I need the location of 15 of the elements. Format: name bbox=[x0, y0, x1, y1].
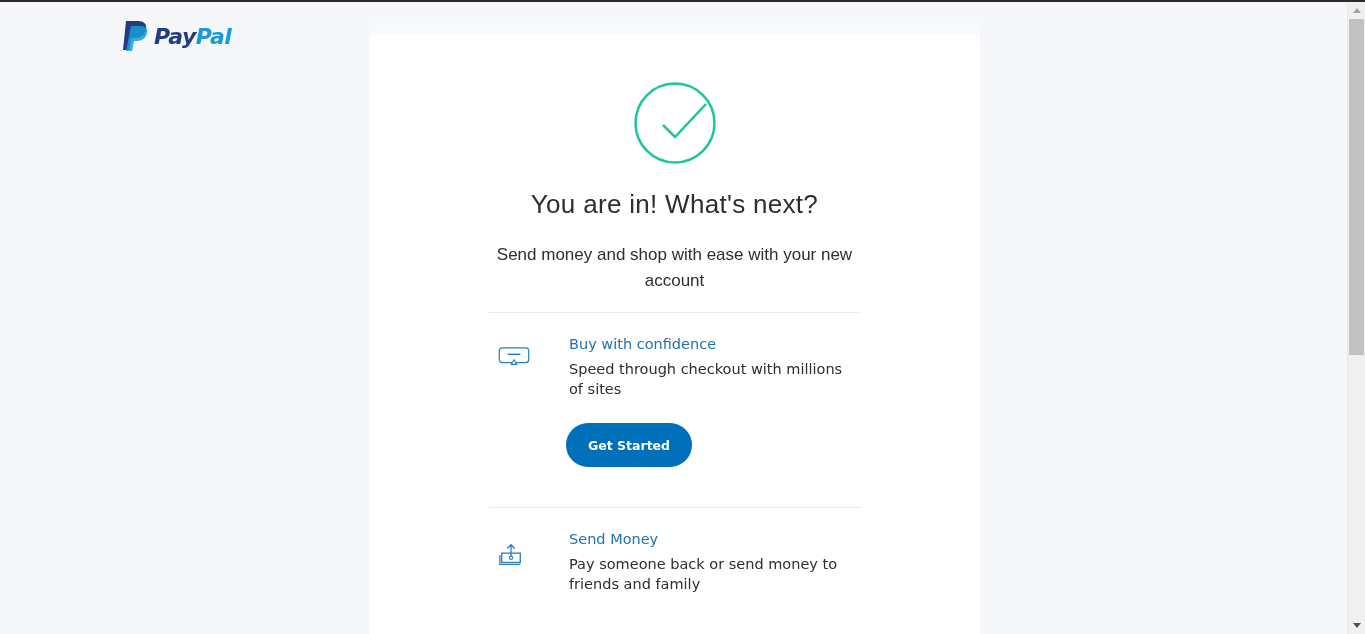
get-started-button[interactable]: Get Started bbox=[566, 423, 693, 467]
scrollbar-thumb[interactable] bbox=[1349, 19, 1364, 355]
check-circle-icon bbox=[632, 81, 717, 165]
scrollbar[interactable] bbox=[1347, 2, 1365, 634]
scroll-down-icon[interactable] bbox=[1352, 623, 1361, 628]
subtitle-text: Send money and shop with ease with your new account bbox=[495, 244, 854, 292]
feature-title: Buy with confidence bbox=[569, 335, 718, 353]
feature-description: Pay someone back or send money to friends and family bbox=[569, 555, 839, 594]
logo-wordmark: PayPal bbox=[154, 23, 232, 49]
upload-tray-icon bbox=[498, 542, 524, 568]
page-heading: You are in! What's next? bbox=[530, 189, 819, 220]
scroll-up-icon[interactable] bbox=[1352, 8, 1361, 13]
logo-mark-icon bbox=[122, 21, 148, 51]
feature-title: Send Money bbox=[569, 530, 660, 548]
feature-description: Speed through checkout with millions of sites bbox=[569, 360, 844, 399]
